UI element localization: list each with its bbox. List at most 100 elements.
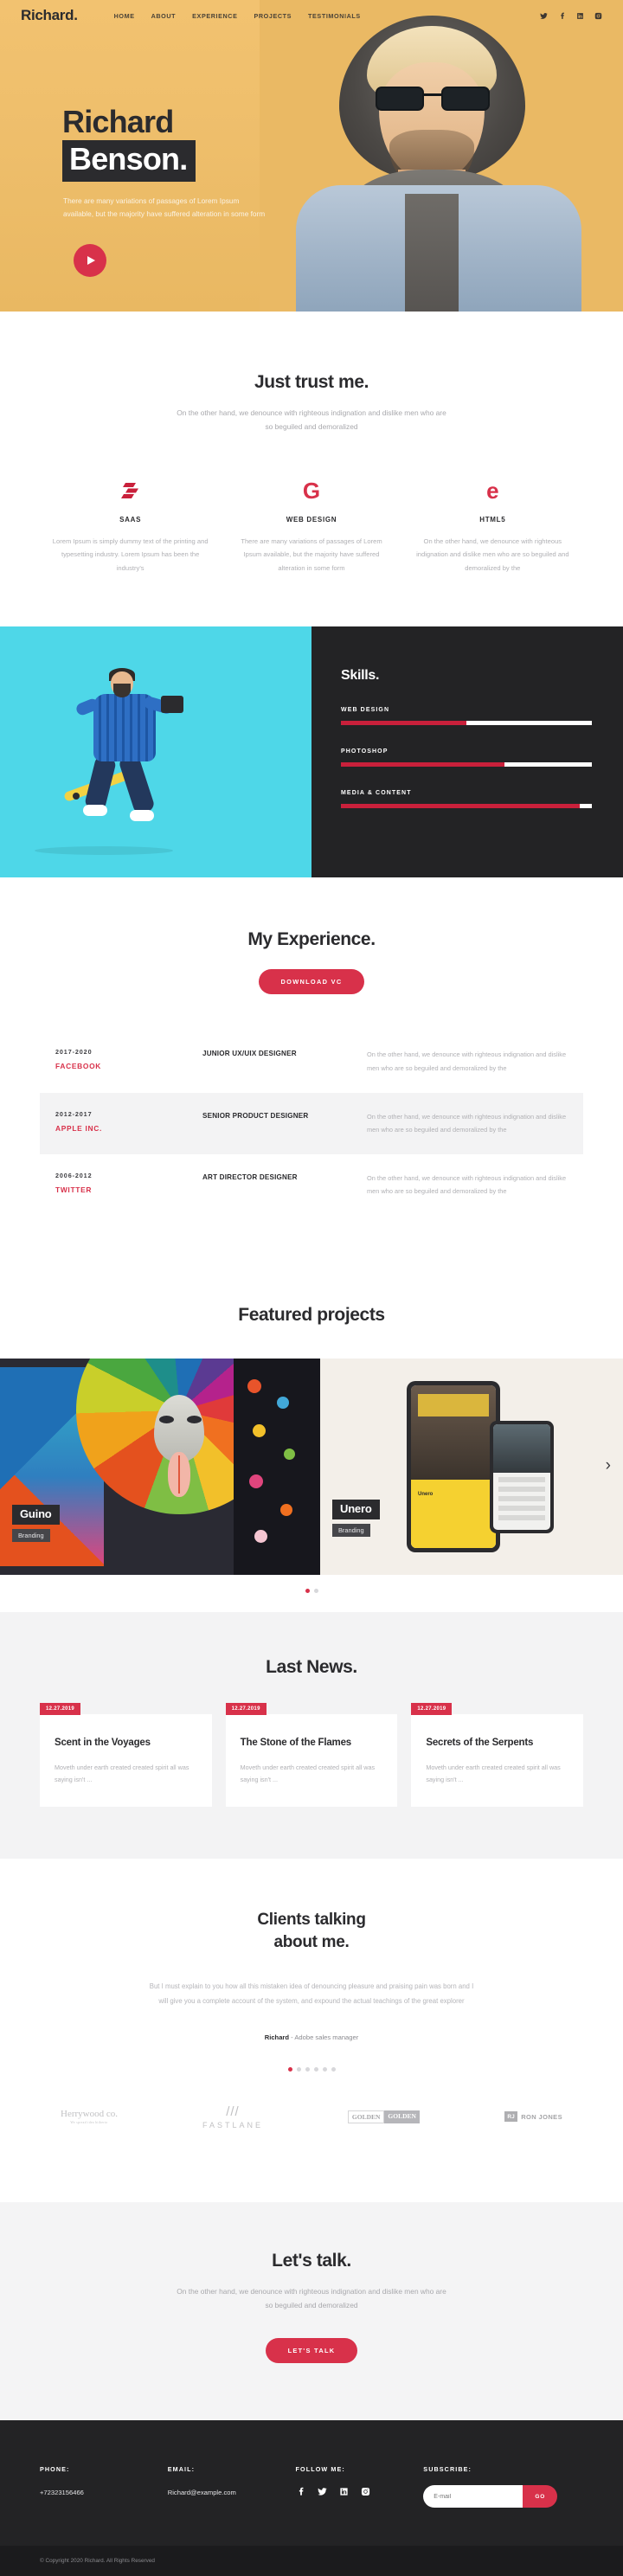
- portfolio-page: Richard. HOME ABOUT EXPERIENCE PROJECTS …: [0, 0, 623, 2576]
- trust-item-web-design: G WEB DESIGN There are many variations o…: [221, 478, 401, 575]
- skill-label: WEB DESIGN: [341, 707, 390, 714]
- skill-fill: [341, 762, 504, 768]
- footer-email-label: EMAIL:: [167, 2465, 196, 2474]
- hero-play-button[interactable]: [74, 244, 106, 277]
- news-card-text: Moveth under earth created created spiri…: [426, 1763, 561, 1784]
- testimonial-author-name: Richard: [264, 2033, 290, 2041]
- skill-track: [341, 804, 592, 809]
- news-card[interactable]: 12.27.2019 Secrets of the Serpents Movet…: [411, 1702, 584, 1808]
- projects-section: Featured projects Guino Branding Unero U…: [0, 1262, 623, 1593]
- trust-item-name: WEB DESIGN: [286, 515, 337, 524]
- news-date-badge: 12.27.2019: [225, 1702, 267, 1715]
- experience-title: My Experience.: [247, 929, 376, 950]
- projects-pagination[interactable]: [0, 1574, 623, 1593]
- client-logos: Herrywood co. We spread idea hitherto //…: [0, 2072, 623, 2130]
- hero-section: Richard Benson. There are many variation…: [0, 0, 623, 312]
- ron-jones-logo: RJ RON JONES: [504, 2111, 562, 2123]
- facebook-icon[interactable]: [296, 2487, 305, 2496]
- fastlane-logo-text: FASTLANE: [202, 2120, 263, 2130]
- nav-item-home[interactable]: HOME: [114, 12, 135, 20]
- news-card[interactable]: 12.27.2019 Scent in the Voyages Moveth u…: [40, 1702, 212, 1808]
- pagination-dot[interactable]: [322, 2066, 327, 2072]
- pagination-dot[interactable]: [331, 2066, 336, 2072]
- footer-email-column: EMAIL: Richard@example.com: [168, 2465, 296, 2508]
- golden-logo: GOLDEN GOLDEN: [347, 2110, 420, 2123]
- trust-title: Just trust me.: [254, 372, 369, 392]
- chevron-right-icon[interactable]: ›: [606, 1457, 611, 1474]
- skills-section: Skills. WEB DESIGN PHOTOSHOP MEDIA & CON…: [0, 626, 623, 878]
- nav-item-experience[interactable]: EXPERIENCE: [192, 12, 237, 20]
- news-section: Last News. 12.27.2019 Scent in the Voyag…: [0, 1611, 623, 1860]
- news-card-title: Secrets of the Serpents: [426, 1737, 534, 1748]
- contact-title: Let's talk.: [272, 2250, 351, 2271]
- news-card-title: Scent in the Voyages: [55, 1737, 151, 1748]
- download-vc-button[interactable]: DOWNLOAD VC: [258, 969, 365, 995]
- news-card-list: 12.27.2019 Scent in the Voyages Moveth u…: [0, 1702, 623, 1808]
- footer-phone-value[interactable]: +72323156466: [40, 2489, 168, 2496]
- herrywood-co-logo: Herrywood co. We spread idea hitherto: [61, 2109, 118, 2124]
- contact-cta-section: Let's talk. On the other hand, we denoun…: [0, 2201, 623, 2421]
- news-card-text: Moveth under earth created created spiri…: [240, 1763, 376, 1784]
- pagination-dot[interactable]: [287, 2066, 292, 2072]
- experience-row: 2006-2012 TWITTER ART DIRECTOR DESIGNER …: [40, 1154, 583, 1216]
- brand-logo[interactable]: Richard.: [21, 7, 78, 24]
- nav-item-about[interactable]: ABOUT: [151, 12, 177, 20]
- facebook-icon[interactable]: [558, 12, 566, 20]
- project-phone-small: [490, 1420, 554, 1533]
- news-card[interactable]: 12.27.2019 The Stone of the Flames Movet…: [225, 1702, 398, 1808]
- linkedin-icon[interactable]: [339, 2487, 349, 2496]
- lets-talk-button[interactable]: LET'S TALK: [265, 2338, 358, 2364]
- trust-item-html5: e HTML5 On the other hand, we denounce w…: [402, 478, 583, 575]
- experience-role: ART DIRECTOR DESIGNER: [202, 1172, 298, 1181]
- experience-role: JUNIOR UX/UIX DESIGNER: [202, 1050, 297, 1058]
- footer-social-links: [296, 2487, 424, 2496]
- pagination-dot[interactable]: [305, 2066, 310, 2072]
- project-tag: Branding: [332, 1523, 370, 1537]
- linkedin-icon[interactable]: [576, 12, 584, 20]
- subscribe-email-input[interactable]: [423, 2485, 523, 2509]
- experience-text: On the other hand, we denounce with righ…: [367, 1112, 567, 1134]
- skill-fill: [341, 721, 466, 726]
- site-footer: PHONE: +72323156466 EMAIL: Richard@examp…: [0, 2420, 623, 2547]
- news-card-title: The Stone of the Flames: [240, 1737, 352, 1748]
- twitter-icon[interactable]: [540, 12, 548, 20]
- skill-media-content: MEDIA & CONTENT: [341, 790, 592, 809]
- projects-carousel[interactable]: Guino Branding Unero Unero Branding ›: [0, 1358, 623, 1575]
- nav-item-testimonials[interactable]: TESTIMONIALS: [308, 12, 361, 20]
- instagram-icon[interactable]: [361, 2487, 370, 2496]
- skill-web-design: WEB DESIGN: [341, 707, 592, 726]
- footer-email-value[interactable]: Richard@example.com: [168, 2489, 296, 2496]
- html5-icon: e: [486, 477, 499, 504]
- nav-item-projects[interactable]: PROJECTS: [254, 12, 292, 20]
- sunglasses-graphic: [376, 87, 490, 111]
- golden-logo-text1: GOLDEN: [347, 2110, 385, 2123]
- trust-item-name: SAAS: [119, 515, 142, 524]
- pagination-dot[interactable]: [313, 1588, 318, 1593]
- project-thumbnail: [0, 1358, 320, 1575]
- site-header: Richard. HOME ABOUT EXPERIENCE PROJECTS …: [0, 0, 623, 31]
- projects-header: Featured projects: [0, 1262, 623, 1359]
- hero-description: There are many variations of passages of…: [63, 196, 266, 219]
- experience-text: On the other hand, we denounce with righ…: [367, 1173, 567, 1196]
- pagination-dot[interactable]: [296, 2066, 301, 2072]
- herrywood-logo-sub: We spread idea hitherto: [70, 2121, 108, 2125]
- hero-portrait-photo: [260, 0, 623, 312]
- experience-years: 2006-2012: [55, 1171, 93, 1179]
- subscribe-form: GO: [423, 2485, 558, 2509]
- header-social-links: [540, 12, 602, 20]
- pagination-dot[interactable]: [305, 1588, 310, 1593]
- experience-row: 2012-2017 APPLE INC. SENIOR PRODUCT DESI…: [40, 1092, 583, 1154]
- project-card-guino[interactable]: Guino Branding: [0, 1358, 320, 1575]
- trust-item-text: On the other hand, we denounce with righ…: [416, 536, 569, 572]
- subscribe-go-button[interactable]: GO: [523, 2485, 558, 2509]
- instagram-icon[interactable]: [594, 12, 602, 20]
- experience-section: My Experience. DOWNLOAD VC 2017-2020 FAC…: [0, 877, 623, 1263]
- footer-follow-label: FOLLOW ME:: [295, 2465, 345, 2474]
- pagination-dot[interactable]: [313, 2066, 318, 2072]
- project-card-unero[interactable]: Unero Unero Branding ›: [320, 1358, 623, 1575]
- news-card-text: Moveth under earth created created spiri…: [55, 1763, 189, 1784]
- skater-photo: [0, 626, 312, 878]
- testimonial-author: Richard - Adobe sales manager: [0, 2033, 623, 2041]
- skill-photoshop: PHOTOSHOP: [341, 748, 592, 768]
- twitter-icon[interactable]: [317, 2487, 327, 2496]
